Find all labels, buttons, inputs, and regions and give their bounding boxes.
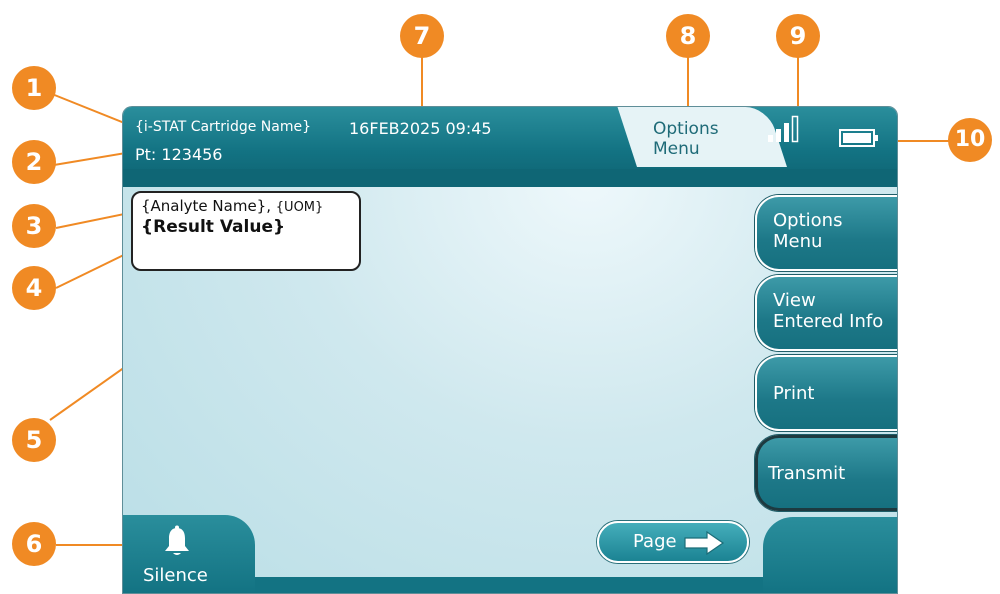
result-value: {Result Value} [141, 217, 286, 237]
print-button-label: Print [773, 383, 815, 404]
options-menu-tab-label: Options Menu [653, 119, 719, 159]
callout-badge-8: 8 [666, 14, 710, 58]
patient-id: Pt: 123456 [135, 145, 223, 164]
transmit-button-label: Transmit [768, 463, 846, 484]
result-card[interactable]: {Analyte Name}, {UOM} {Result Value} [131, 191, 361, 271]
unit-of-measure: {UOM} [275, 200, 324, 215]
silence-label: Silence [143, 565, 208, 586]
arrow-right-icon [684, 531, 725, 555]
device-screen: {i-STAT Cartridge Name} Pt: 123456 16FEB… [122, 106, 898, 594]
page-label: Page [633, 531, 677, 552]
callout-badge-6: 6 [12, 522, 56, 566]
transmit-button[interactable]: Transmit [755, 435, 897, 511]
signal-icon [768, 115, 799, 143]
options-menu-button-line2: Menu [773, 231, 823, 252]
callout-badge-3: 3 [12, 204, 56, 248]
callout-badge-10: 10 [948, 118, 992, 162]
options-tab-line2: Menu [653, 139, 700, 159]
view-entered-info-line2: Entered Info [773, 311, 884, 332]
callout-badge-4: 4 [12, 266, 56, 310]
callout-badge-9: 9 [776, 14, 820, 58]
callout-badge-7: 7 [400, 14, 444, 58]
options-menu-button[interactable]: Options Menu [755, 195, 897, 271]
callout-badge-2: 2 [12, 140, 56, 184]
callout-badge-1: 1 [12, 66, 56, 110]
cartridge-name: {i-STAT Cartridge Name} [135, 119, 311, 135]
options-tab-line1: Options [653, 119, 719, 139]
analyte-name: {Analyte Name}, [141, 197, 271, 215]
options-menu-button-line1: Options [773, 210, 843, 231]
analyte-line: {Analyte Name}, {UOM} [141, 197, 351, 215]
header-band [123, 169, 897, 187]
view-entered-info-line1: View [773, 290, 816, 311]
date-time: 16FEB2025 09:45 [349, 119, 492, 138]
print-button[interactable]: Print [755, 355, 897, 431]
battery-icon [839, 129, 878, 147]
view-entered-info-button[interactable]: View Entered Info [755, 275, 897, 351]
callout-badge-5: 5 [12, 418, 56, 462]
bottom-right-tab [763, 517, 897, 593]
page-next-button[interactable]: Page [597, 521, 749, 563]
bell-icon [165, 525, 189, 555]
